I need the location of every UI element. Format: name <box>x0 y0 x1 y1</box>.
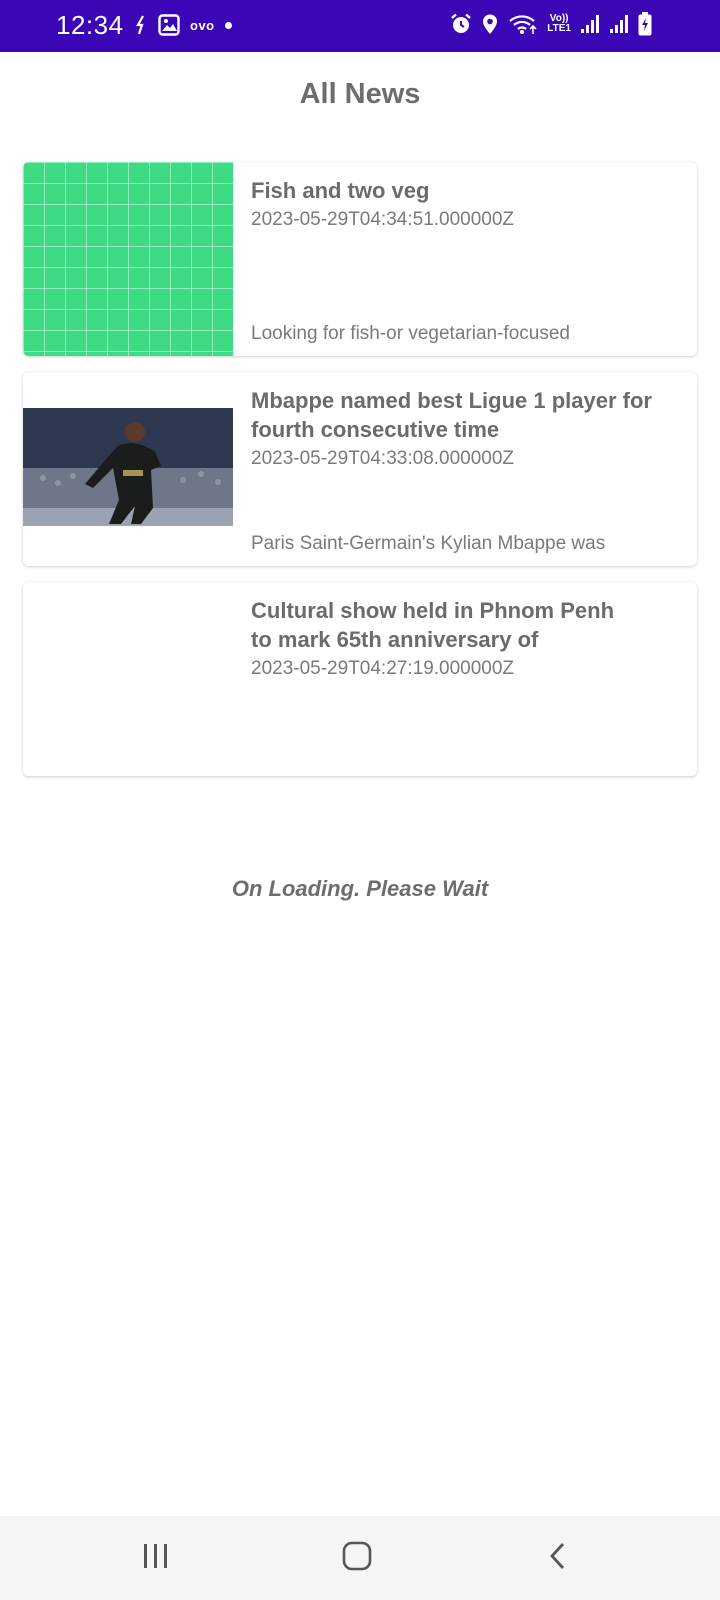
ovo-app-icon: ovo <box>190 17 215 33</box>
recent-apps-icon <box>142 1543 170 1574</box>
home-button[interactable] <box>327 1538 387 1578</box>
news-card[interactable]: Mbappe named best Ligue 1 player for fou… <box>23 372 697 566</box>
dot-icon <box>224 21 232 29</box>
location-icon <box>481 13 499 35</box>
back-button[interactable] <box>528 1538 588 1578</box>
news-title: Mbappe named best Ligue 1 player for fou… <box>251 388 652 442</box>
news-card-body: Fish and two veg 2023-05-29T04:34:51.000… <box>251 176 687 346</box>
news-date: 2023-05-29T04:34:51.000000Z <box>251 209 515 230</box>
sync-icon <box>134 15 148 35</box>
home-icon <box>342 1541 372 1576</box>
news-card-body: Cultural show held in Phnom Penh to mark… <box>251 596 687 766</box>
news-card-body: Mbappe named best Ligue 1 player for fou… <box>251 386 687 556</box>
recent-apps-button[interactable] <box>126 1538 186 1578</box>
news-description: Looking for fish-or vegetarian-focused <box>251 323 570 344</box>
back-icon <box>548 1542 568 1575</box>
alarm-icon <box>450 13 472 35</box>
signal-icon-1 <box>580 14 600 34</box>
status-bar: 12:34 ovo Vo)) LTE1 <box>0 0 720 52</box>
news-thumbnail-empty <box>23 582 233 776</box>
signal-icon-2 <box>609 14 629 34</box>
news-thumbnail <box>23 372 233 566</box>
status-time: 12:34 <box>56 10 124 40</box>
volte-icon: Vo)) LTE1 <box>547 14 571 34</box>
status-left-icons: ovo <box>134 14 232 36</box>
navigation-bar <box>0 1516 720 1600</box>
news-title: Fish and two veg <box>251 178 430 203</box>
status-right-icons: Vo)) LTE1 <box>450 12 652 36</box>
news-list: Fish and two veg 2023-05-29T04:34:51.000… <box>23 162 697 792</box>
news-description: Paris Saint-Germain's Kylian Mbappe was <box>251 533 606 554</box>
volte-bottom-label: LTE1 <box>547 23 571 34</box>
page-title: All News <box>299 78 421 110</box>
news-date: 2023-05-29T04:33:08.000000Z <box>251 448 515 469</box>
news-card[interactable]: Cultural show held in Phnom Penh to mark… <box>23 582 697 776</box>
wifi-icon <box>508 13 538 35</box>
news-card[interactable]: Fish and two veg 2023-05-29T04:34:51.000… <box>23 162 697 356</box>
battery-icon <box>638 12 652 36</box>
news-thumbnail-placeholder <box>23 162 233 356</box>
loading-text: On Loading. Please Wait <box>231 876 489 901</box>
gallery-icon <box>158 14 180 36</box>
news-title: Cultural show held in Phnom Penh to mark… <box>251 598 615 652</box>
news-photo <box>23 408 233 526</box>
news-date: 2023-05-29T04:27:19.000000Z <box>251 658 515 679</box>
